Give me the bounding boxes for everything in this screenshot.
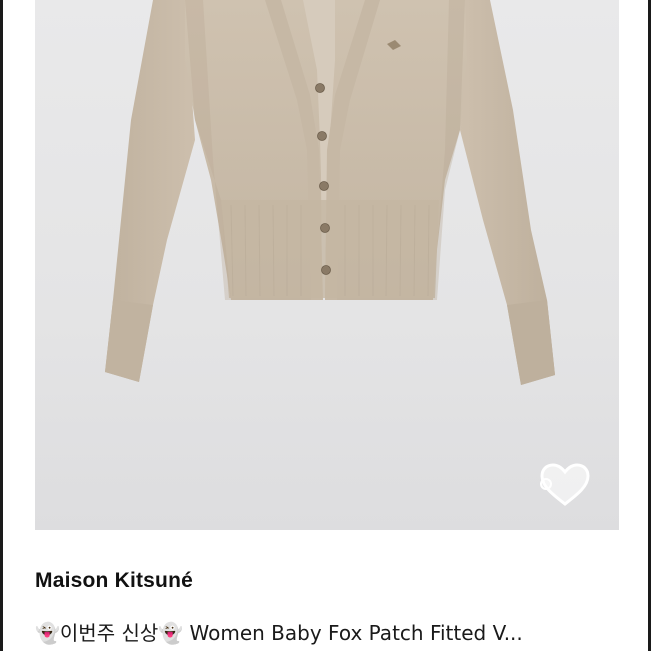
cardigan-illustration: [105, 0, 555, 385]
product-card[interactable]: Maison Kitsuné 👻이번주 신상👻 Women Baby Fox P…: [0, 0, 651, 651]
product-title[interactable]: 👻이번주 신상👻 Women Baby Fox Patch Fitted V..…: [35, 617, 625, 646]
brand-name[interactable]: Maison Kitsuné: [35, 569, 193, 593]
wishlist-button[interactable]: [538, 462, 592, 508]
left-border: [0, 0, 3, 651]
product-photo[interactable]: [35, 0, 619, 530]
heart-icon: [540, 463, 590, 506]
